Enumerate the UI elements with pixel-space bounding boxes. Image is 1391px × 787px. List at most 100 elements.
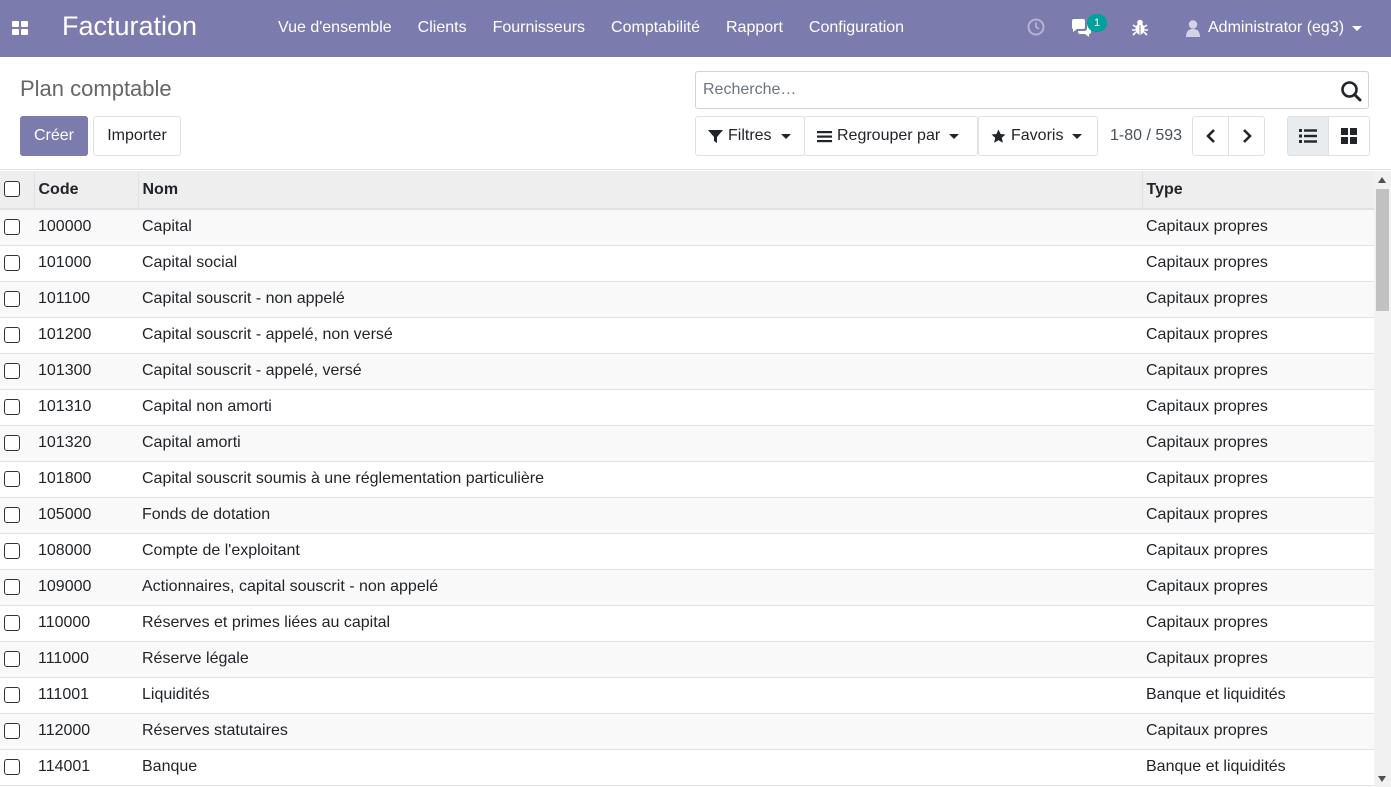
cell-type[interactable]: Banque et liquidités	[1142, 677, 1374, 713]
import-button[interactable]: Importer	[93, 116, 181, 156]
row-checkbox[interactable]	[4, 254, 20, 271]
cell-name[interactable]: Fonds de dotation	[138, 497, 1142, 533]
cell-code[interactable]: 112000	[34, 713, 138, 749]
filters-dropdown-button[interactable]: Filtres	[695, 116, 805, 156]
menu-item-suppliers[interactable]: Fournisseurs	[493, 17, 585, 39]
cell-type[interactable]: Capitaux propres	[1142, 389, 1374, 425]
menu-item-overview[interactable]: Vue d'ensemble	[278, 17, 392, 39]
cell-name[interactable]: Compte de l'exploitant	[138, 533, 1142, 569]
row-checkbox[interactable]	[4, 506, 20, 523]
cell-type[interactable]: Capitaux propres	[1142, 281, 1374, 317]
cell-type[interactable]: Capitaux propres	[1142, 497, 1374, 533]
vertical-scrollbar[interactable]	[1374, 171, 1391, 787]
search-input[interactable]	[703, 74, 1333, 106]
table-row[interactable]: 101300 Capital souscrit - appelé, versé Ca…	[0, 353, 1374, 389]
table-row[interactable]: 101100 Capital souscrit - non appelé Capit…	[0, 281, 1374, 317]
cell-name[interactable]: Banque	[138, 749, 1142, 785]
cell-type[interactable]: Capitaux propres	[1142, 533, 1374, 569]
cell-name[interactable]: Capital	[138, 209, 1142, 245]
cell-type[interactable]: Capitaux propres	[1142, 245, 1374, 281]
cell-code[interactable]: 101000	[34, 245, 138, 281]
cell-name[interactable]: Capital souscrit - non appelé	[138, 281, 1142, 317]
scroll-down-arrow-icon[interactable]	[1378, 776, 1386, 782]
cell-name[interactable]: Réserves et primes liées au capital	[138, 605, 1142, 641]
cell-code[interactable]: 114001	[34, 749, 138, 785]
row-checkbox[interactable]	[4, 758, 20, 775]
cell-code[interactable]: 110000	[34, 605, 138, 641]
cell-code[interactable]: 105000	[34, 497, 138, 533]
bug-icon[interactable]	[1131, 18, 1149, 36]
cell-type[interactable]: Capitaux propres	[1142, 569, 1374, 605]
table-row[interactable]: 109000 Actionnaires, capital souscrit - n…	[0, 569, 1374, 605]
table-row[interactable]: 114001 Banque Banque et liquidités	[0, 749, 1374, 785]
cell-code[interactable]: 101310	[34, 389, 138, 425]
cell-type[interactable]: Capitaux propres	[1142, 605, 1374, 641]
pager-value[interactable]: 1-80 / 593	[1110, 125, 1182, 147]
cell-name[interactable]: Capital non amorti	[138, 389, 1142, 425]
scroll-up-arrow-icon[interactable]	[1378, 177, 1386, 183]
column-header-type[interactable]: Type	[1142, 171, 1374, 210]
cell-code[interactable]: 111000	[34, 641, 138, 677]
menu-item-accounting[interactable]: Comptabilité	[611, 17, 700, 39]
table-row[interactable]: 101200 Capital souscrit - appelé, non ver…	[0, 317, 1374, 353]
cell-name[interactable]: Capital souscrit - appelé, non versé	[138, 317, 1142, 353]
cell-name[interactable]: Capital social	[138, 245, 1142, 281]
cell-code[interactable]: 101320	[34, 425, 138, 461]
table-row[interactable]: 101800 Capital souscrit soumis à une régl…	[0, 461, 1374, 497]
column-header-name[interactable]: Nom	[138, 171, 1143, 210]
clock-icon[interactable]	[1027, 18, 1045, 36]
cell-name[interactable]: Actionnaires, capital souscrit - non app…	[138, 569, 1142, 605]
row-checkbox[interactable]	[4, 326, 20, 343]
cell-name[interactable]: Liquidités	[138, 677, 1142, 713]
cell-name[interactable]: Capital amorti	[138, 425, 1142, 461]
menu-item-configuration[interactable]: Configuration	[809, 17, 904, 39]
table-row[interactable]: 101310 Capital non amorti Capitaux propres	[0, 389, 1374, 425]
cell-type[interactable]: Capitaux propres	[1142, 317, 1374, 353]
cell-code[interactable]: 100000	[34, 209, 138, 245]
cell-type[interactable]: Capitaux propres	[1142, 209, 1374, 245]
app-brand[interactable]: Facturation	[62, 10, 197, 42]
row-checkbox[interactable]	[4, 219, 20, 236]
list-view-button[interactable]	[1287, 116, 1329, 156]
row-checkbox[interactable]	[4, 722, 20, 739]
scrollbar-thumb[interactable]	[1376, 189, 1389, 311]
table-row[interactable]: 101000 Capital social Capitaux propres	[0, 245, 1374, 281]
row-checkbox[interactable]	[4, 362, 20, 379]
cell-code[interactable]: 109000	[34, 569, 138, 605]
row-checkbox[interactable]	[4, 434, 20, 451]
cell-type[interactable]: Capitaux propres	[1142, 461, 1374, 497]
row-checkbox[interactable]	[4, 686, 20, 703]
row-checkbox[interactable]	[4, 542, 20, 559]
cell-type[interactable]: Capitaux propres	[1142, 425, 1374, 461]
kanban-view-button[interactable]	[1328, 116, 1370, 156]
row-checkbox[interactable]	[4, 398, 20, 415]
cell-code[interactable]: 101100	[34, 281, 138, 317]
table-row[interactable]: 105000 Fonds de dotation Capitaux propres	[0, 497, 1374, 533]
table-row[interactable]: 101320 Capital amorti Capitaux propres	[0, 425, 1374, 461]
column-header-code[interactable]: Code	[34, 171, 139, 210]
cell-name[interactable]: Capital souscrit soumis à une réglementa…	[138, 461, 1142, 497]
table-row[interactable]: 112000 Réserves statutaires Capitaux propr…	[0, 713, 1374, 749]
row-checkbox[interactable]	[4, 470, 20, 487]
groupby-dropdown-button[interactable]: Regrouper par	[804, 116, 978, 156]
cell-code[interactable]: 108000	[34, 533, 138, 569]
row-checkbox[interactable]	[4, 650, 20, 667]
cell-type[interactable]: Capitaux propres	[1142, 713, 1374, 749]
cell-code[interactable]: 111001	[34, 677, 138, 713]
pager-next-button[interactable]	[1228, 116, 1265, 156]
table-row[interactable]: 111000 Réserve légale Capitaux propres	[0, 641, 1374, 677]
cell-code[interactable]: 101800	[34, 461, 138, 497]
favorites-dropdown-button[interactable]: Favoris	[978, 116, 1098, 156]
search-icon[interactable]	[1340, 80, 1362, 102]
cell-code[interactable]: 101200	[34, 317, 138, 353]
table-row[interactable]: 108000 Compte de l'exploitant Capitaux pro…	[0, 533, 1374, 569]
user-menu[interactable]: Administrator (eg3)	[1184, 17, 1363, 39]
apps-menu-icon[interactable]	[12, 20, 28, 36]
cell-name[interactable]: Capital souscrit - appelé, versé	[138, 353, 1142, 389]
cell-name[interactable]: Réserve légale	[138, 641, 1142, 677]
cell-type[interactable]: Capitaux propres	[1142, 641, 1374, 677]
cell-name[interactable]: Réserves statutaires	[138, 713, 1142, 749]
table-row[interactable]: 110000 Réserves et primes liées au capita…	[0, 605, 1374, 641]
row-checkbox[interactable]	[4, 290, 20, 307]
cell-code[interactable]: 101300	[34, 353, 138, 389]
